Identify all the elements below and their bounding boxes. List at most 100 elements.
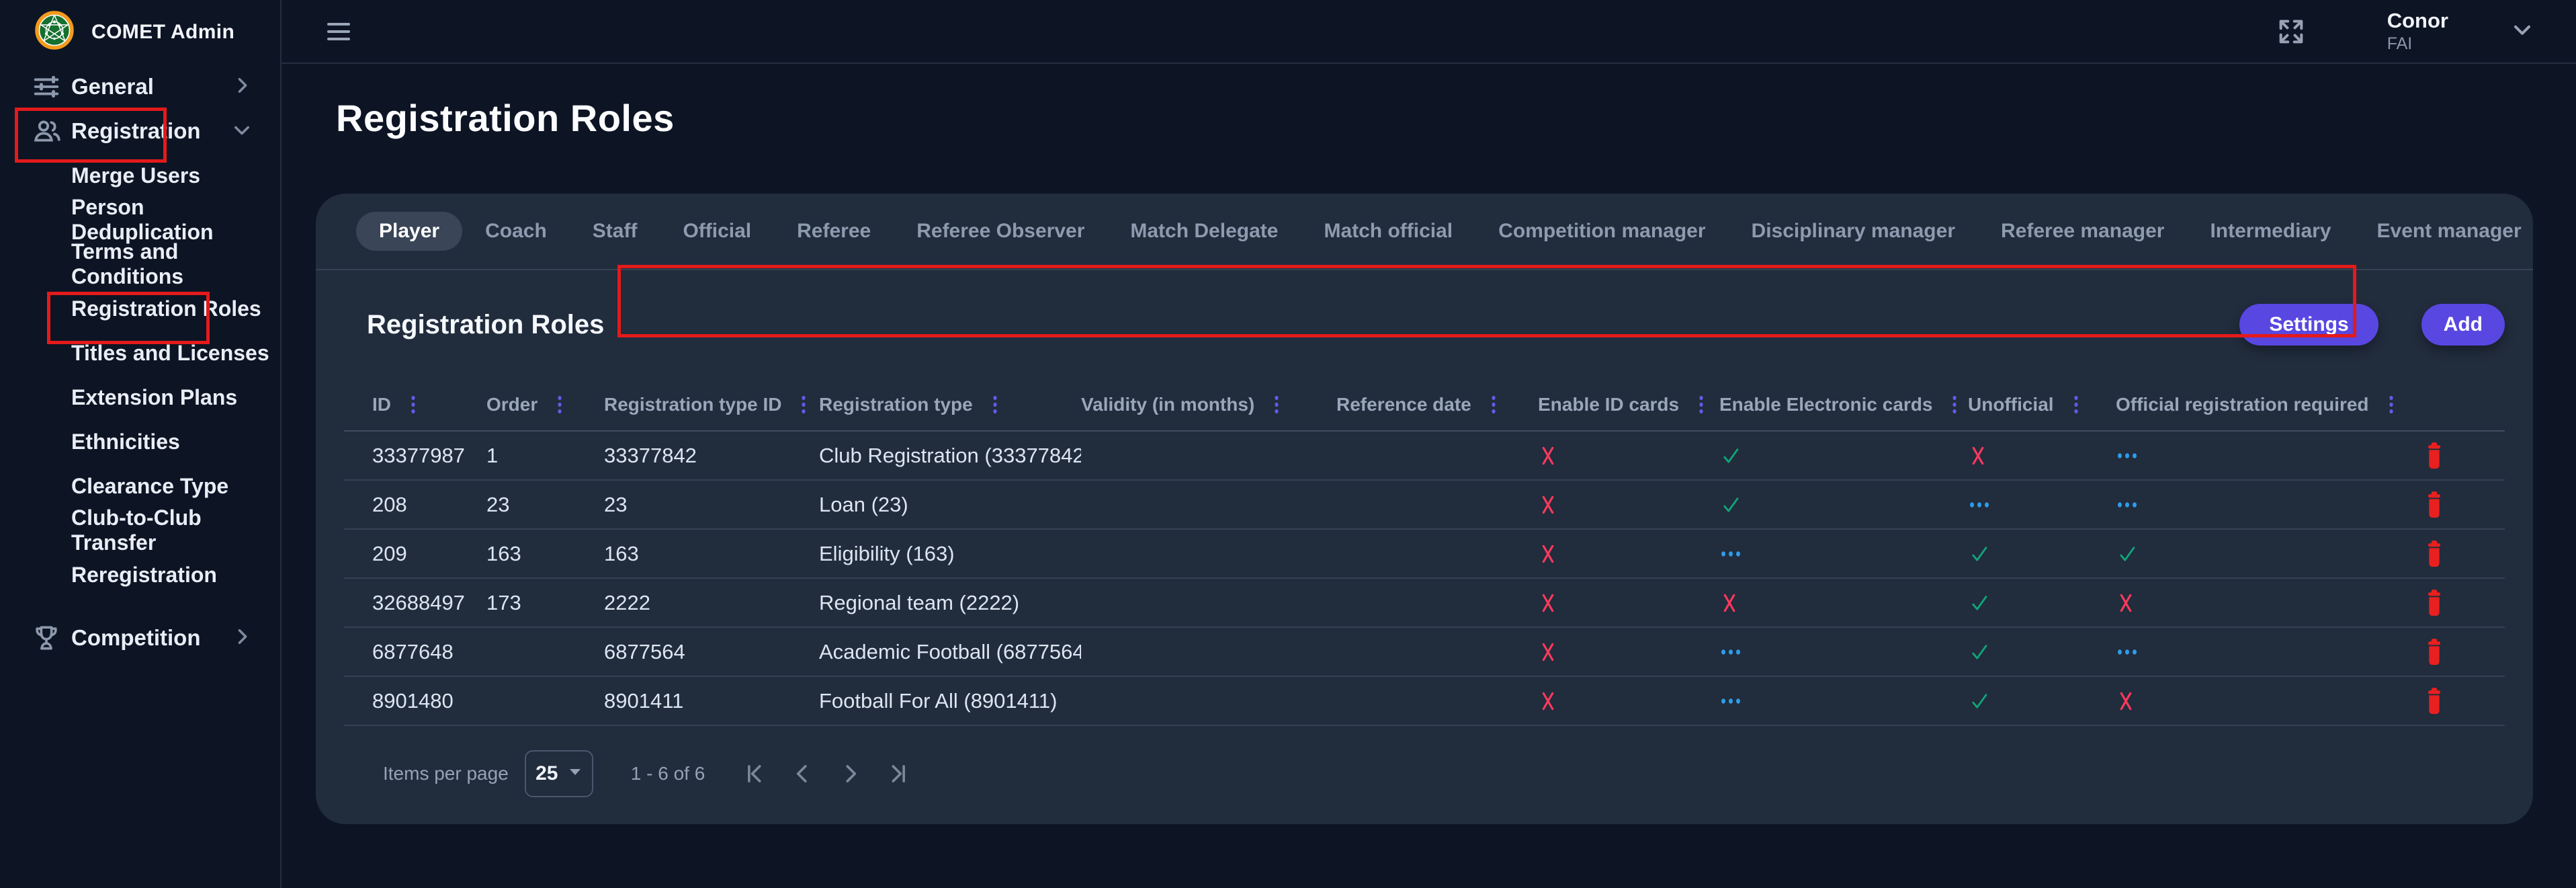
- cell-electronic_cards-cross: [1719, 592, 1968, 614]
- tab-official[interactable]: Official: [660, 212, 774, 251]
- cell-id: 32688497: [372, 591, 486, 615]
- sidebar-item-clearance-type[interactable]: Clearance Type: [0, 464, 280, 508]
- sidebar-item-label: Ethnicities: [71, 430, 180, 454]
- settings-button[interactable]: Settings: [2239, 304, 2378, 346]
- column-menu-icon[interactable]: [1271, 392, 1283, 417]
- cell-type: Football For All (8901411): [819, 689, 1081, 713]
- column-menu-icon[interactable]: [2070, 392, 2082, 417]
- user-menu[interactable]: Conor FAI: [2387, 8, 2536, 55]
- cell-unofficial-check: [1968, 690, 2116, 713]
- tab-intermediary[interactable]: Intermediary: [2187, 212, 2354, 251]
- tab-referee-observer[interactable]: Referee Observer: [894, 212, 1107, 251]
- sidebar-item-label: Competition: [71, 625, 200, 651]
- column-header-id: ID: [372, 392, 486, 417]
- sidebar-item-label: Registration Roles: [71, 296, 261, 321]
- column-menu-icon[interactable]: [989, 392, 1001, 417]
- column-header-registration-type-id: Registration type ID: [604, 392, 819, 417]
- tab-competition-manager[interactable]: Competition manager: [1475, 212, 1728, 251]
- column-label: Official registration required: [2116, 394, 2369, 415]
- sidebar-item-extension-plans[interactable]: Extension Plans: [0, 375, 280, 419]
- cell-type_id: 163: [604, 542, 819, 566]
- tab-referee[interactable]: Referee: [774, 212, 894, 251]
- delete-icon[interactable]: [2419, 585, 2450, 621]
- cell-id_cards-cross: [1538, 641, 1719, 663]
- column-menu-icon[interactable]: [2385, 392, 2397, 417]
- cell-unofficial-check: [1968, 592, 2116, 614]
- cell-type: Regional team (2222): [819, 591, 1081, 615]
- column-header-enable-electronic-cards: Enable Electronic cards: [1719, 392, 1968, 417]
- first-page-icon[interactable]: [737, 757, 771, 791]
- delete-icon[interactable]: [2419, 487, 2450, 523]
- cell-type_id: 2222: [604, 591, 819, 615]
- delete-icon[interactable]: [2419, 634, 2450, 670]
- cell-order: 23: [486, 493, 604, 517]
- next-page-icon[interactable]: [834, 757, 867, 791]
- chevron-right-icon: [230, 74, 253, 100]
- sidebar-item-titles-and-licenses[interactable]: Titles and Licenses: [0, 331, 280, 375]
- cross-icon: [2116, 592, 2136, 614]
- cell-id: 6877648: [372, 640, 486, 664]
- cell-delete: [2391, 487, 2477, 523]
- items-per-page-select[interactable]: 25: [525, 750, 593, 797]
- cell-official_required-cross: [2116, 592, 2391, 614]
- prev-page-icon[interactable]: [785, 757, 819, 791]
- dots-icon: [1719, 647, 1742, 657]
- sidebar-item-competition[interactable]: Competition: [0, 616, 280, 660]
- sidebar-header: COMET Admin: [0, 0, 280, 64]
- sidebar-nav: GeneralRegistrationMerge UsersPerson Ded…: [0, 65, 280, 660]
- main-content: Registration Roles PlayerCoachStaffOffic…: [282, 64, 2576, 888]
- roles-table: IDOrderRegistration type IDRegistration …: [316, 379, 2533, 726]
- sidebar-item-reregistration[interactable]: Reregistration: [0, 553, 280, 597]
- cell-id_cards-cross: [1538, 690, 1719, 712]
- tab-staff[interactable]: Staff: [570, 212, 660, 251]
- tab-match-official[interactable]: Match official: [1301, 212, 1475, 251]
- column-header-reference-date: Reference date: [1336, 392, 1538, 417]
- column-menu-icon[interactable]: [407, 392, 419, 417]
- dots-icon: [2116, 451, 2139, 460]
- dots-icon: [1719, 696, 1742, 706]
- cross-icon: [1538, 494, 1558, 516]
- sidebar-item-label: Clearance Type: [71, 474, 228, 499]
- delete-icon[interactable]: [2419, 438, 2450, 474]
- tab-referee-manager[interactable]: Referee manager: [1978, 212, 2187, 251]
- sidebar-item-club-to-club-transfer[interactable]: Club-to-Club Transfer: [0, 508, 280, 553]
- dots-icon: [1968, 500, 1991, 510]
- sidebar-item-ethnicities[interactable]: Ethnicities: [0, 419, 280, 464]
- add-button[interactable]: Add: [2421, 304, 2505, 346]
- tab-disciplinary-manager[interactable]: Disciplinary manager: [1729, 212, 1978, 251]
- sidebar-item-person-deduplication[interactable]: Person Deduplication: [0, 198, 280, 242]
- cross-icon: [1719, 592, 1740, 614]
- sidebar: COMET Admin GeneralRegistrationMerge Use…: [0, 0, 282, 888]
- tab-match-delegate[interactable]: Match Delegate: [1107, 212, 1301, 251]
- tab-coach[interactable]: Coach: [462, 212, 570, 251]
- cell-id: 208: [372, 493, 486, 517]
- check-icon: [1968, 592, 1991, 614]
- chevron-down-icon: [230, 118, 253, 145]
- sidebar-item-general[interactable]: General: [0, 65, 280, 109]
- hamburger-icon[interactable]: [322, 17, 355, 46]
- sidebar-item-registration[interactable]: Registration: [0, 109, 280, 153]
- sidebar-item-registration-roles[interactable]: Registration Roles: [0, 286, 280, 331]
- sidebar-item-merge-users[interactable]: Merge Users: [0, 153, 280, 198]
- column-menu-icon[interactable]: [1488, 392, 1500, 417]
- check-icon: [1968, 641, 1991, 663]
- cell-official_required-dots: [2116, 647, 2391, 657]
- page-range-label: 1 - 6 of 6: [631, 763, 705, 784]
- dots-icon: [2116, 647, 2139, 657]
- cell-delete: [2391, 585, 2477, 621]
- column-menu-icon[interactable]: [554, 392, 566, 417]
- card-title: Registration Roles: [367, 310, 604, 340]
- column-menu-icon[interactable]: [1695, 392, 1707, 417]
- delete-icon[interactable]: [2419, 536, 2450, 572]
- column-menu-icon[interactable]: [798, 392, 810, 417]
- table-header-row: IDOrderRegistration type IDRegistration …: [344, 379, 2505, 432]
- fullscreen-icon[interactable]: [2276, 16, 2307, 47]
- chevron-down-icon: [2509, 16, 2536, 46]
- delete-icon[interactable]: [2419, 683, 2450, 719]
- last-page-icon[interactable]: [882, 757, 916, 791]
- tab-player[interactable]: Player: [356, 212, 462, 251]
- tab-event-manager[interactable]: Event manager: [2354, 212, 2544, 251]
- sidebar-item-terms-and-conditions[interactable]: Terms and Conditions: [0, 242, 280, 286]
- sidebar-item-label: Terms and Conditions: [71, 239, 280, 289]
- column-menu-icon[interactable]: [1948, 392, 1961, 417]
